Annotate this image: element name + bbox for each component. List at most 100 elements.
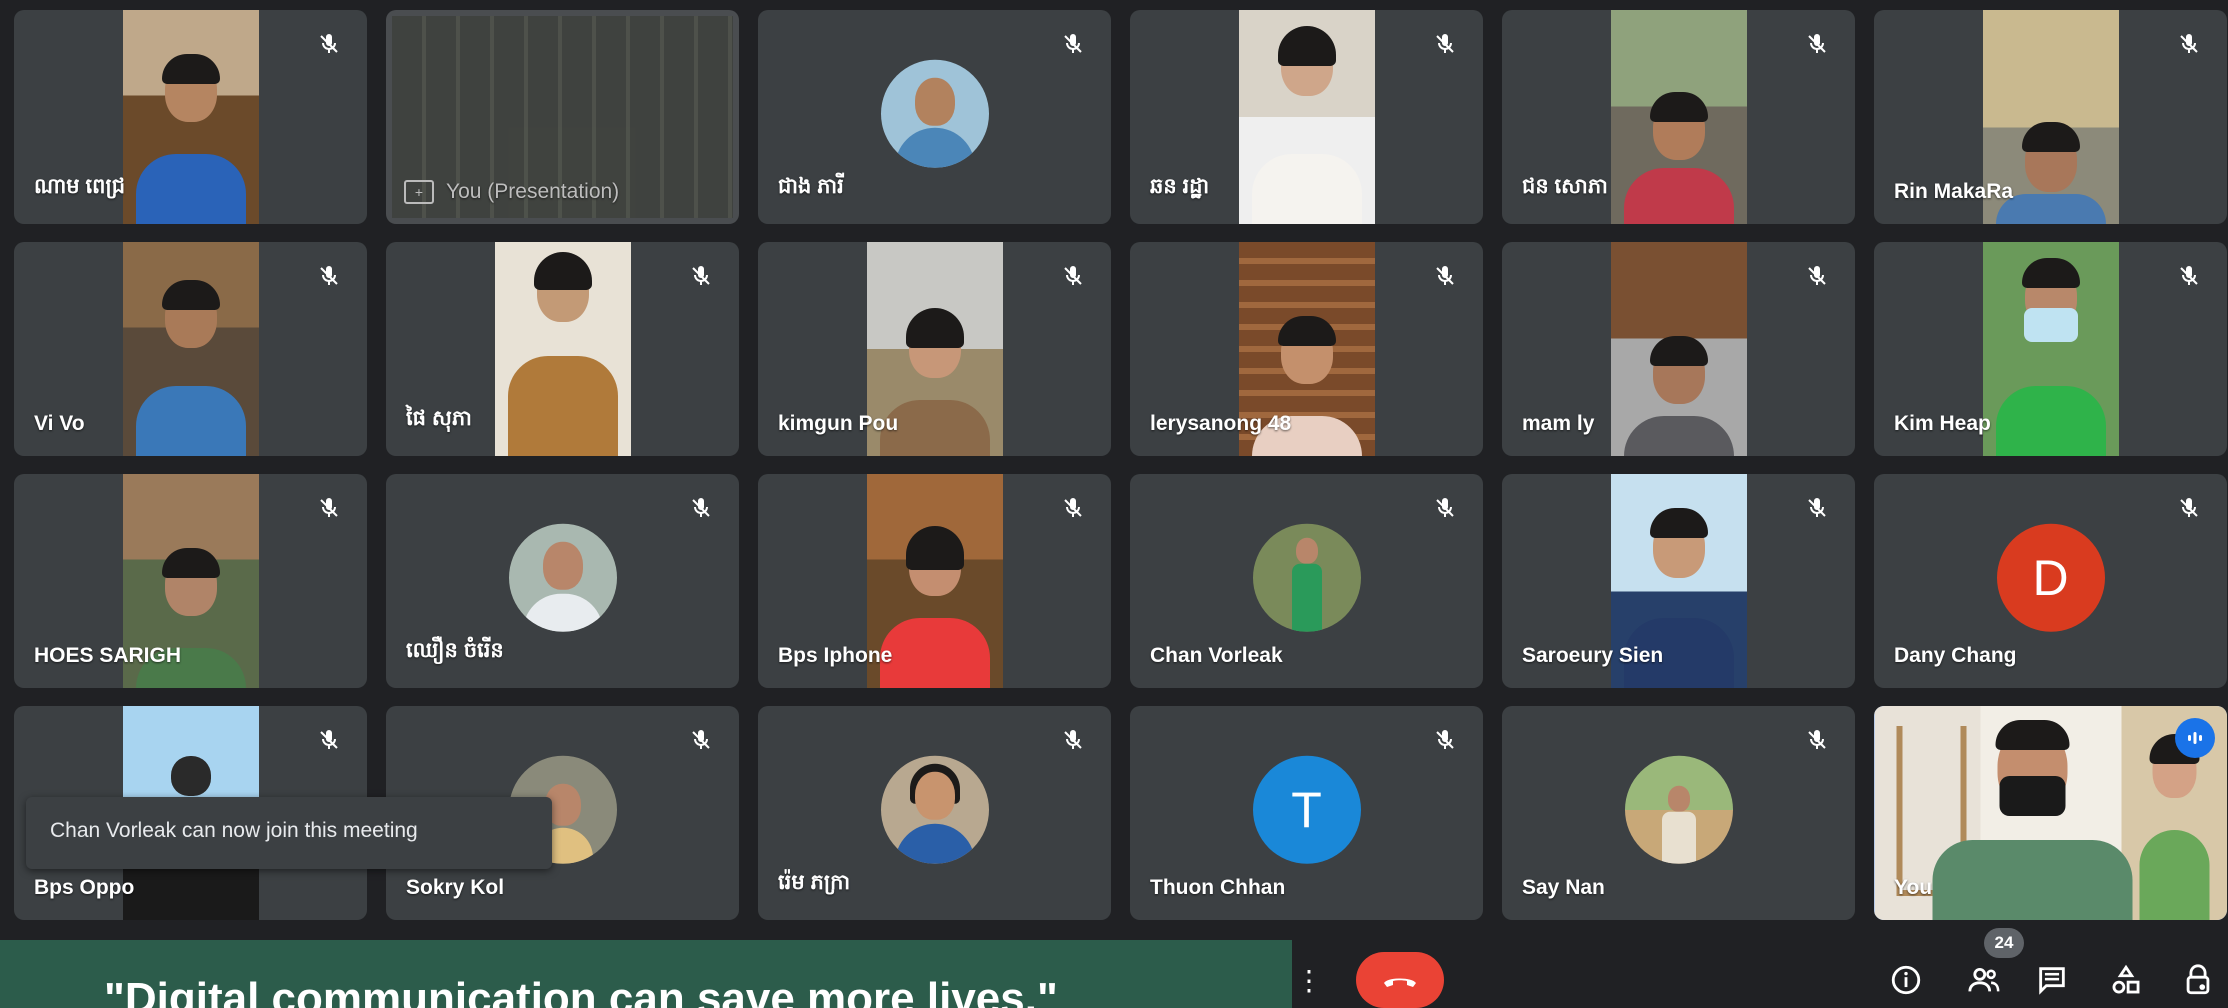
participant-tile[interactable]: + You (Presentation) bbox=[386, 10, 739, 224]
face-mask bbox=[2023, 308, 2078, 342]
participant-tile[interactable]: mam ly bbox=[1502, 242, 1855, 456]
participant-video bbox=[1610, 10, 1747, 224]
participant-name: Dany Chang bbox=[1894, 644, 2017, 667]
participant-tile[interactable]: ជន សោភា bbox=[1502, 10, 1855, 224]
toast-text: Chan Vorleak can now join this meeting bbox=[50, 819, 418, 842]
muted-mic-icon bbox=[1057, 492, 1089, 524]
participant-tile[interactable]: ណាម ពេជ្រ bbox=[14, 10, 367, 224]
info-icon[interactable] bbox=[1886, 960, 1926, 1000]
participant-name: Rin MakaRa bbox=[1894, 180, 2014, 203]
participant-name: kimgun Pou bbox=[778, 412, 899, 435]
end-call-icon bbox=[1384, 978, 1416, 987]
participant-name: You (Presentation) bbox=[446, 180, 620, 203]
banner-text: "Digital communication can save more liv… bbox=[104, 974, 1058, 1008]
participant-tile[interactable]: ផៃ សុភា bbox=[386, 242, 739, 456]
muted-mic-icon bbox=[2173, 260, 2205, 292]
participant-name: HOES SARIGH bbox=[34, 644, 182, 667]
participant-name: Say Nan bbox=[1522, 876, 1605, 899]
muted-mic-icon bbox=[1057, 260, 1089, 292]
participant-tile[interactable]: D Dany Chang bbox=[1874, 474, 2227, 688]
participant-name: ជន សោភា bbox=[1522, 175, 1608, 198]
chat-icon[interactable] bbox=[2032, 960, 2072, 1000]
muted-mic-icon bbox=[1429, 492, 1461, 524]
participant-video bbox=[494, 242, 631, 456]
participant-tile[interactable]: Saroeury Sien bbox=[1502, 474, 1855, 688]
participant-tile[interactable]: Say Nan bbox=[1502, 706, 1855, 920]
participant-avatar bbox=[508, 523, 617, 632]
muted-mic-icon bbox=[1057, 724, 1089, 756]
participant-name: Vi Vo bbox=[34, 412, 85, 435]
speaking-indicator-icon bbox=[2175, 718, 2215, 758]
participant-tile[interactable]: Vi Vo bbox=[14, 242, 367, 456]
participant-tile[interactable]: T Thuon Chhan bbox=[1130, 706, 1483, 920]
muted-mic-icon bbox=[1429, 260, 1461, 292]
muted-mic-icon bbox=[1801, 492, 1833, 524]
participant-name: ជាង ភារី bbox=[778, 175, 844, 198]
participant-tile[interactable]: ឆន រដ្ឋា bbox=[1130, 10, 1483, 224]
participant-video bbox=[122, 10, 259, 224]
participant-name: Chan Vorleak bbox=[1150, 644, 1283, 667]
participant-name: You bbox=[1894, 876, 1933, 899]
participant-tile[interactable]: រ៉េម ភក្រា bbox=[758, 706, 1111, 920]
participant-name: ឈឿន ចំរើន bbox=[406, 639, 504, 662]
participant-name: Bps Iphone bbox=[778, 644, 893, 667]
participant-video bbox=[1238, 10, 1375, 224]
muted-mic-icon bbox=[1429, 724, 1461, 756]
end-call-button[interactable] bbox=[1356, 952, 1444, 1008]
participant-tile[interactable]: kimgun Pou bbox=[758, 242, 1111, 456]
participant-name: Saroeury Sien bbox=[1522, 644, 1664, 667]
more-options-icon[interactable]: ⋮ bbox=[1295, 958, 1323, 1002]
participant-count-badge: 24 bbox=[1984, 928, 2024, 958]
face-mask bbox=[1999, 776, 2066, 816]
participant-initial-avatar: T bbox=[1252, 755, 1361, 864]
participant-name: Bps Oppo bbox=[34, 876, 135, 899]
muted-mic-icon bbox=[313, 492, 345, 524]
participant-grid: ណាម ពេជ្រ + You (Presentation) ជាង ភារី … bbox=[14, 10, 2227, 920]
activities-icon[interactable] bbox=[2106, 960, 2146, 1000]
muted-mic-icon bbox=[685, 492, 717, 524]
muted-mic-icon bbox=[1801, 724, 1833, 756]
present-icon: + bbox=[404, 180, 434, 204]
participant-tile[interactable]: ជាង ភារី bbox=[758, 10, 1111, 224]
participant-name: ឆន រដ្ឋា bbox=[1150, 175, 1210, 198]
muted-mic-icon bbox=[685, 724, 717, 756]
muted-mic-icon bbox=[2173, 492, 2205, 524]
participant-name: Sokry Kol bbox=[406, 876, 505, 899]
muted-mic-icon bbox=[685, 260, 717, 292]
muted-mic-icon bbox=[313, 260, 345, 292]
muted-mic-icon bbox=[313, 28, 345, 60]
participant-tile[interactable]: Bps Iphone bbox=[758, 474, 1111, 688]
participant-name: Kim Heap bbox=[1894, 412, 1991, 435]
participant-tile[interactable]: Kim Heap bbox=[1874, 242, 2227, 456]
participant-tile[interactable]: ឈឿន ចំរើន bbox=[386, 474, 739, 688]
figure-body bbox=[1291, 563, 1322, 632]
participant-avatar bbox=[1252, 523, 1361, 632]
muted-mic-icon bbox=[1801, 260, 1833, 292]
participant-tile[interactable]: HOES SARIGH bbox=[14, 474, 367, 688]
participant-avatar bbox=[1624, 755, 1733, 864]
participant-video bbox=[122, 242, 259, 456]
join-notification-toast: Chan Vorleak can now join this meeting bbox=[26, 797, 552, 869]
participant-tile[interactable]: Chan Vorleak bbox=[1130, 474, 1483, 688]
participant-name: ផៃ សុភា bbox=[406, 407, 472, 430]
host-controls-icon[interactable] bbox=[2178, 960, 2218, 1000]
self-view-tile[interactable]: You bbox=[1874, 706, 2227, 920]
participant-avatar bbox=[880, 755, 989, 864]
muted-mic-icon bbox=[2173, 28, 2205, 60]
participant-name: lerysanong 48 bbox=[1150, 412, 1292, 435]
participant-avatar bbox=[880, 59, 989, 168]
muted-mic-icon bbox=[1057, 28, 1089, 60]
participant-tile[interactable]: lerysanong 48 bbox=[1130, 242, 1483, 456]
participant-name: mam ly bbox=[1522, 412, 1595, 435]
participant-tile[interactable]: Rin MakaRa bbox=[1874, 10, 2227, 224]
caption-banner: "Digital communication can save more liv… bbox=[0, 940, 1292, 1008]
participant-name: រ៉េម ភក្រា bbox=[778, 871, 851, 894]
participant-name: ណាម ពេជ្រ bbox=[34, 175, 126, 198]
figure-body bbox=[1661, 811, 1696, 864]
muted-mic-icon bbox=[1801, 28, 1833, 60]
participant-initial-avatar: D bbox=[1996, 523, 2105, 632]
muted-mic-icon bbox=[313, 724, 345, 756]
participant-video bbox=[1982, 242, 2119, 456]
people-icon[interactable] bbox=[1964, 960, 2004, 1000]
participant-video bbox=[1610, 242, 1747, 456]
